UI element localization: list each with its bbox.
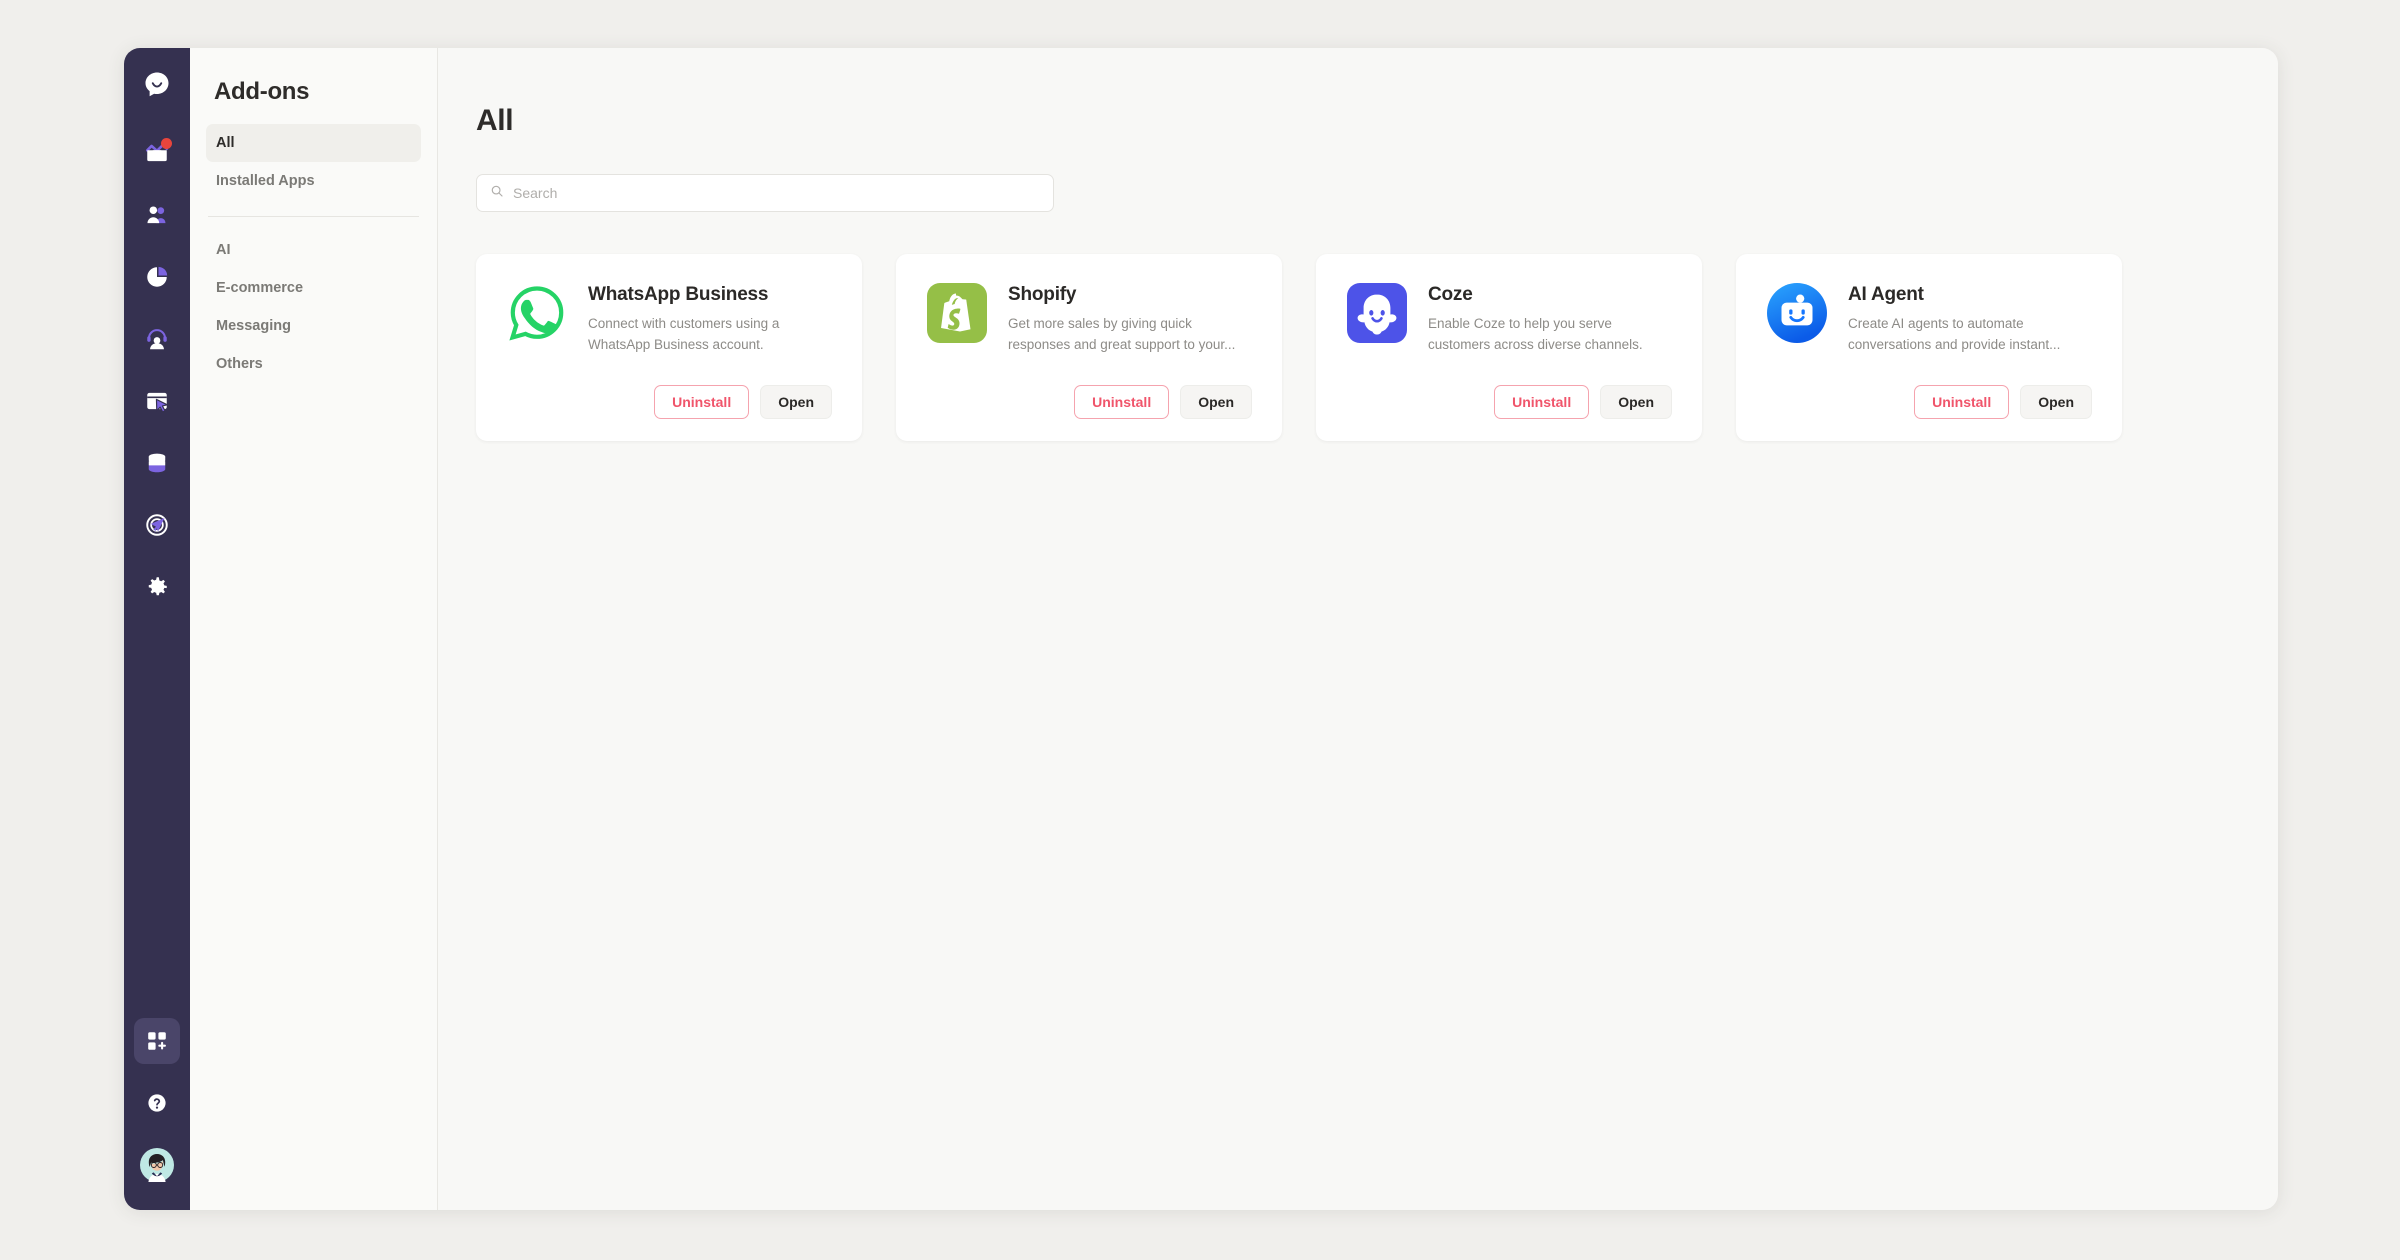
card-header: WhatsApp Business Connect with customers…	[506, 282, 832, 355]
card-actions: Uninstall Open	[1346, 385, 1672, 420]
search-icon	[490, 184, 504, 203]
card-description: Enable Coze to help you serve customers …	[1428, 316, 1643, 352]
database-icon[interactable]	[134, 440, 180, 486]
card-header: AI Agent Create AI agents to automate co…	[1766, 282, 2092, 355]
open-button[interactable]: Open	[1180, 385, 1252, 420]
card-meta: WhatsApp Business Connect with customers…	[588, 282, 832, 355]
card-title: WhatsApp Business	[588, 284, 769, 305]
card-description: Create AI agents to automate conversatio…	[1848, 316, 2061, 352]
page-title: All	[476, 104, 514, 137]
card-meta: AI Agent Create AI agents to automate co…	[1848, 282, 2092, 355]
sidebar-item-add-ons[interactable]	[134, 1018, 180, 1064]
subnav-item-ai[interactable]: AI	[206, 231, 421, 269]
open-button[interactable]: Open	[2020, 385, 2092, 420]
uninstall-button[interactable]: Uninstall	[1074, 385, 1170, 420]
subnav-item-others[interactable]: Others	[206, 345, 421, 383]
uninstall-button[interactable]: Uninstall	[1914, 385, 2010, 420]
contacts-icon[interactable]	[134, 192, 180, 238]
card-title: Shopify	[1008, 284, 1077, 305]
open-button[interactable]: Open	[760, 385, 832, 420]
window-cursor-icon[interactable]	[134, 378, 180, 424]
card-header: Coze Enable Coze to help you serve custo…	[1346, 282, 1672, 355]
subnav-item-messaging[interactable]: Messaging	[206, 307, 421, 345]
whatsapp-icon	[506, 282, 568, 344]
search-input[interactable]	[513, 185, 1040, 201]
uninstall-button[interactable]: Uninstall	[654, 385, 750, 420]
ai-agent-icon	[1766, 282, 1828, 344]
headset-agent-icon[interactable]	[134, 316, 180, 362]
main-content: All Search WhatsApp Business Connect wit…	[438, 48, 2278, 1210]
card-meta: Shopify Get more sales by giving quick r…	[1008, 282, 1252, 355]
add-on-card[interactable]: WhatsApp Business Connect with customers…	[476, 254, 862, 442]
subnav-item-e-commerce[interactable]: E-commerce	[206, 269, 421, 307]
gear-icon[interactable]	[134, 564, 180, 610]
add-on-card[interactable]: Shopify Get more sales by giving quick r…	[896, 254, 1282, 442]
card-title: Coze	[1428, 284, 1473, 305]
avatar[interactable]	[134, 1142, 180, 1188]
inbox-notification-badge	[161, 138, 172, 149]
card-description: Connect with customers using a WhatsApp …	[588, 316, 780, 352]
card-actions: Uninstall Open	[1766, 385, 2092, 420]
add-ons-card-grid: WhatsApp Business Connect with customers…	[476, 254, 2278, 442]
card-actions: Uninstall Open	[926, 385, 1252, 420]
card-actions: Uninstall Open	[506, 385, 832, 420]
add-ons-subnav: Add-ons All Installed Apps AI E-commerce…	[190, 48, 438, 1210]
open-button[interactable]: Open	[1600, 385, 1672, 420]
card-header: Shopify Get more sales by giving quick r…	[926, 282, 1252, 355]
card-meta: Coze Enable Coze to help you serve custo…	[1428, 282, 1672, 355]
inbox-icon[interactable]	[134, 130, 180, 176]
search-box[interactable]	[476, 174, 1054, 212]
rail-bottom-group	[134, 1018, 180, 1210]
uninstall-button[interactable]: Uninstall	[1494, 385, 1590, 420]
help-circle-icon[interactable]	[134, 1080, 180, 1126]
subnav-item-installed-apps[interactable]: Installed Apps	[206, 162, 421, 200]
app-window: Add-ons All Installed Apps AI E-commerce…	[124, 48, 2278, 1210]
subnav-item-all[interactable]: All	[206, 124, 421, 162]
shopify-icon	[926, 282, 988, 344]
subnav-title: Add-ons	[214, 78, 310, 105]
send-target-icon[interactable]	[134, 502, 180, 548]
app-logo-icon[interactable]	[134, 62, 180, 108]
add-on-card[interactable]: Coze Enable Coze to help you serve custo…	[1316, 254, 1702, 442]
card-title: AI Agent	[1848, 284, 1924, 305]
coze-icon	[1346, 282, 1408, 344]
add-on-card[interactable]: AI Agent Create AI agents to automate co…	[1736, 254, 2122, 442]
pie-chart-icon[interactable]	[134, 254, 180, 300]
subnav-divider	[208, 216, 419, 217]
primary-nav-rail	[124, 48, 190, 1210]
card-description: Get more sales by giving quick responses…	[1008, 316, 1236, 352]
